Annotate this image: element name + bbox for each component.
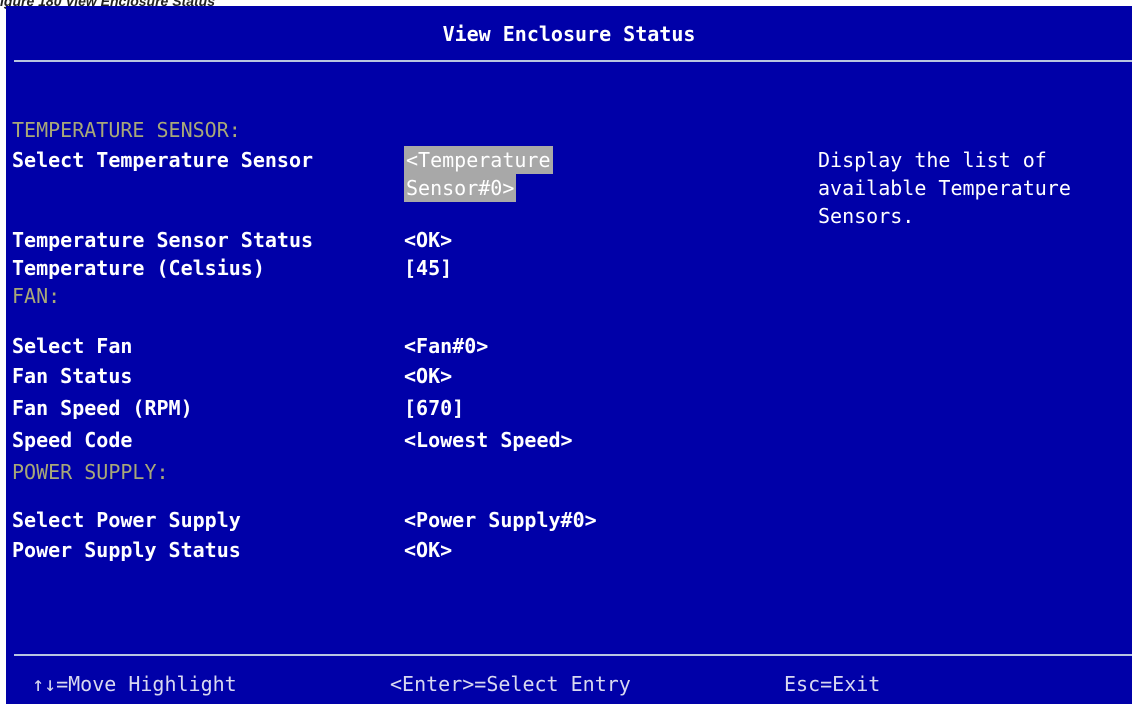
- power-supply-status-value: <OK>: [404, 538, 453, 562]
- temperature-section-header: TEMPERATURE SENSOR:: [12, 118, 241, 142]
- temperature-sensor-status-label: Temperature Sensor Status: [12, 228, 314, 252]
- select-fan-value[interactable]: <Fan#0>: [404, 332, 488, 360]
- temperature-sensor-status-value: <OK>: [404, 228, 453, 252]
- power-supply-section-header: POWER SUPPLY:: [12, 460, 169, 484]
- temperature-celsius-value: [45]: [404, 256, 453, 280]
- top-divider: [14, 60, 1132, 62]
- fan-status-value: <OK>: [404, 364, 453, 388]
- temperature-celsius-label: Temperature (Celsius): [12, 256, 265, 280]
- select-temperature-sensor-value[interactable]: <Temperature Sensor#0>: [404, 146, 553, 202]
- page-title: View Enclosure Status: [442, 22, 696, 46]
- select-power-supply-value[interactable]: <Power Supply#0>: [404, 506, 597, 534]
- footer-esc-exit: Esc=Exit: [784, 672, 881, 696]
- speed-code-value[interactable]: <Lowest Speed>: [404, 426, 573, 454]
- select-power-supply-label: Select Power Supply: [12, 508, 241, 532]
- fan-status-label: Fan Status: [12, 364, 133, 388]
- select-fan-label: Select Fan: [12, 334, 133, 358]
- select-temperature-sensor-label: Select Temperature Sensor: [12, 148, 314, 172]
- bios-screen: View Enclosure Status TEMPERATURE SENSOR…: [6, 6, 1132, 704]
- footer-select-entry: <Enter>=Select Entry: [390, 672, 631, 696]
- footer-move-highlight: ↑↓=Move Highlight: [32, 672, 237, 696]
- fan-section-header: FAN:: [12, 284, 61, 308]
- power-supply-status-label: Power Supply Status: [12, 538, 241, 562]
- fan-speed-value: [670]: [404, 396, 465, 420]
- temperature-sensor-value-line1: <Temperature: [404, 146, 553, 174]
- fan-speed-label: Fan Speed (RPM): [12, 396, 193, 420]
- speed-code-label: Speed Code: [12, 428, 133, 452]
- bottom-divider: [14, 654, 1132, 656]
- help-text: Display the list of available Temperatur…: [818, 148, 1071, 228]
- temperature-sensor-value-line2: Sensor#0>: [404, 174, 517, 202]
